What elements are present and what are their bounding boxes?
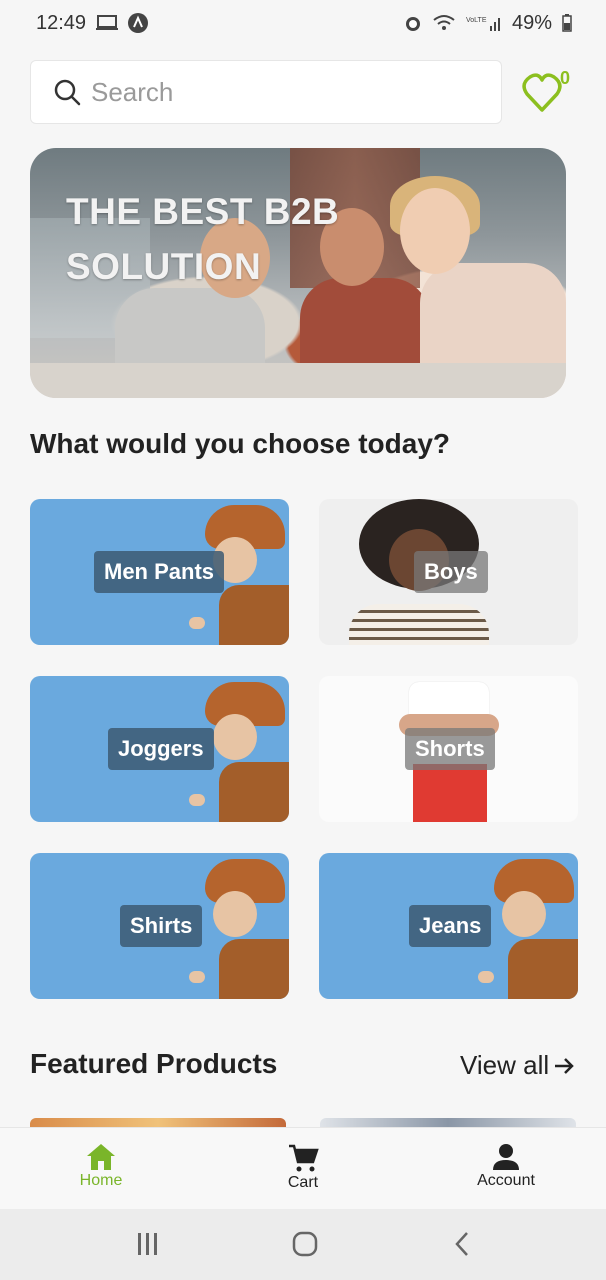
- wishlist-count: 0: [560, 68, 571, 88]
- wifi-icon: [433, 15, 455, 30]
- category-card-men-pants[interactable]: Men Pants: [30, 499, 289, 645]
- signal-icon: VoLTE: [466, 17, 500, 31]
- banner-photo-table: [30, 363, 566, 398]
- nav-home[interactable]: Home: [41, 1142, 161, 1190]
- arrow-right-icon: [555, 1057, 574, 1074]
- status-left: 12:49: [36, 11, 149, 35]
- search-bar[interactable]: Search: [30, 60, 502, 124]
- view-all-label: View all: [460, 1050, 550, 1080]
- category-card-joggers[interactable]: Joggers: [30, 676, 289, 822]
- category-label: Boys: [414, 551, 488, 593]
- status-bar: 12:49 VoLTE 49%: [0, 0, 606, 46]
- nav-cart-label: Cart: [287, 1174, 319, 1191]
- categories-title: What would you choose today?: [30, 428, 450, 459]
- category-label: Jeans: [409, 905, 492, 947]
- banner-photo-face: [400, 188, 470, 274]
- banner-title: THE BEST B2B SOLUTION: [66, 191, 340, 287]
- status-right: VoLTE 49%: [404, 12, 572, 35]
- featured-title: Featured Products: [30, 1048, 278, 1079]
- cart-icon: [289, 1144, 319, 1172]
- promo-banner[interactable]: THE BEST B2B SOLUTION: [30, 148, 566, 398]
- search-icon: [54, 79, 81, 106]
- account-icon: [493, 1144, 519, 1170]
- category-image: [189, 853, 289, 999]
- back-icon[interactable]: [454, 1231, 470, 1257]
- nav-account-label: Account: [477, 1172, 535, 1189]
- category-label: Joggers: [108, 728, 214, 770]
- nav-home-label: Home: [79, 1172, 123, 1189]
- status-time: 12:49: [36, 11, 87, 34]
- battery-percent: 49%: [511, 11, 552, 34]
- view-all-link[interactable]: View all: [460, 1050, 575, 1081]
- screen-cast-icon: [96, 15, 119, 30]
- recent-apps-icon[interactable]: [136, 1233, 160, 1255]
- system-navigation-bar: [0, 1209, 606, 1280]
- search-input[interactable]: Search: [91, 77, 173, 108]
- home-icon: [87, 1144, 115, 1170]
- category-label: Shirts: [120, 905, 203, 947]
- category-card-shirts[interactable]: Shirts: [30, 853, 289, 999]
- category-card-jeans[interactable]: Jeans: [319, 853, 578, 999]
- nav-account[interactable]: Account: [446, 1142, 566, 1190]
- bottom-navigation: Home Cart Account: [0, 1127, 606, 1210]
- app-notification-icon: [128, 13, 149, 33]
- category-label: Men Pants: [94, 551, 225, 593]
- nav-cart[interactable]: Cart: [243, 1142, 363, 1192]
- alarm-icon: [405, 17, 420, 31]
- svg-text:VoLTE: VoLTE: [466, 17, 487, 24]
- category-image: [478, 853, 578, 999]
- category-label: Shorts: [405, 728, 495, 770]
- category-card-boys[interactable]: Boys: [319, 499, 578, 645]
- category-card-shorts[interactable]: Shorts: [319, 676, 578, 822]
- battery-icon: [562, 14, 572, 32]
- home-button-icon[interactable]: [292, 1231, 318, 1257]
